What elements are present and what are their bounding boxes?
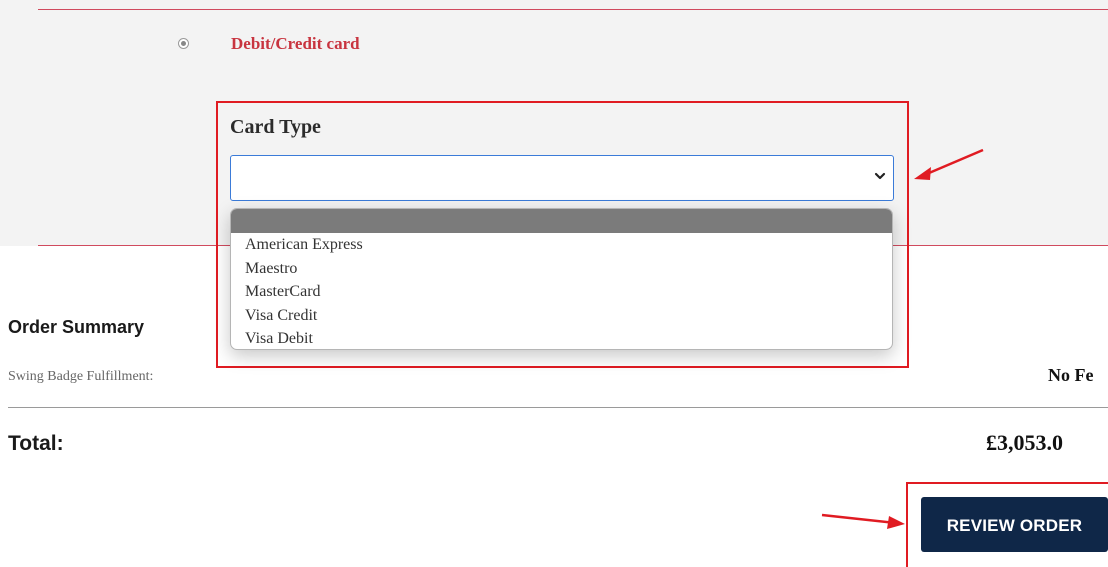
dropdown-option-mastercard[interactable]: MasterCard [231, 280, 892, 304]
card-type-dropdown-list[interactable]: American Express Maestro MasterCard Visa… [230, 208, 893, 350]
summary-divider [8, 407, 1108, 408]
debit-credit-radio[interactable] [178, 38, 189, 49]
order-summary-title: Order Summary [8, 317, 145, 337]
fulfillment-value: No Fe [1048, 365, 1094, 385]
dropdown-option-american-express[interactable]: American Express [231, 233, 892, 257]
total-value: £3,053.0 [986, 430, 1063, 455]
total-label: Total: [8, 432, 64, 455]
dropdown-option-empty[interactable] [231, 209, 892, 233]
radio-selected-icon [181, 41, 186, 46]
panel-top-divider [38, 9, 1108, 10]
dropdown-option-visa-credit[interactable]: Visa Credit [231, 304, 892, 328]
payment-method-label[interactable]: Debit/Credit card [231, 34, 360, 54]
review-order-button[interactable]: REVIEW ORDER [921, 497, 1108, 552]
fulfillment-label: Swing Badge Fulfillment: [8, 369, 154, 384]
annotation-arrow-icon [821, 513, 905, 529]
dropdown-option-visa-debit[interactable]: Visa Debit [231, 327, 892, 349]
dropdown-option-maestro[interactable]: Maestro [231, 257, 892, 281]
